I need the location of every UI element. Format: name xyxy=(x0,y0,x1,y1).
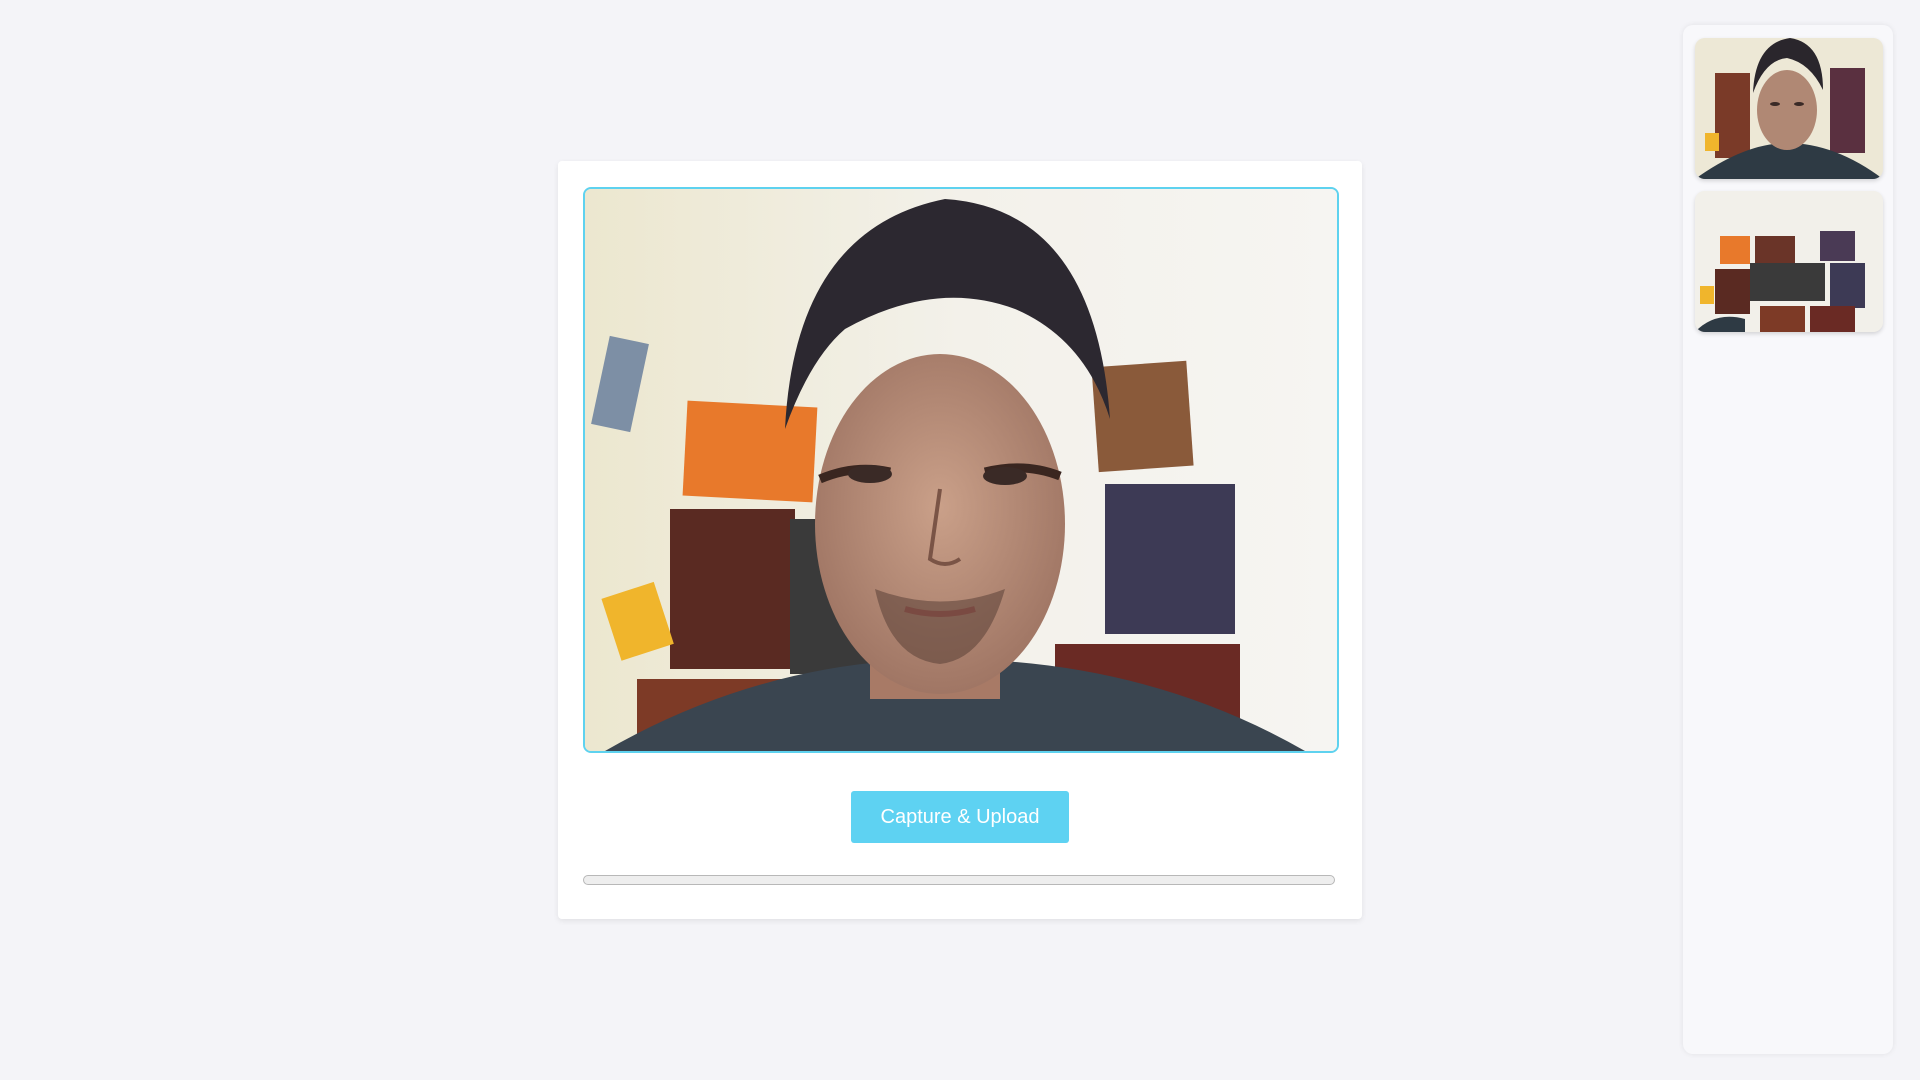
thumbnail-2-image xyxy=(1695,191,1883,332)
capture-upload-button[interactable]: Capture & Upload xyxy=(851,791,1069,843)
webcam-video-feed xyxy=(583,187,1339,753)
captured-thumbnails-sidebar xyxy=(1683,25,1893,1054)
thumbnail-1[interactable] xyxy=(1695,38,1883,179)
thumbnail-2[interactable] xyxy=(1695,191,1883,332)
capture-card: Capture & Upload xyxy=(558,161,1362,919)
webcam-feed-image xyxy=(585,189,1337,751)
upload-progress-bar xyxy=(583,875,1335,885)
webcam-capture-page: Capture & Upload xyxy=(0,0,1920,1080)
thumbnail-1-image xyxy=(1695,38,1883,179)
